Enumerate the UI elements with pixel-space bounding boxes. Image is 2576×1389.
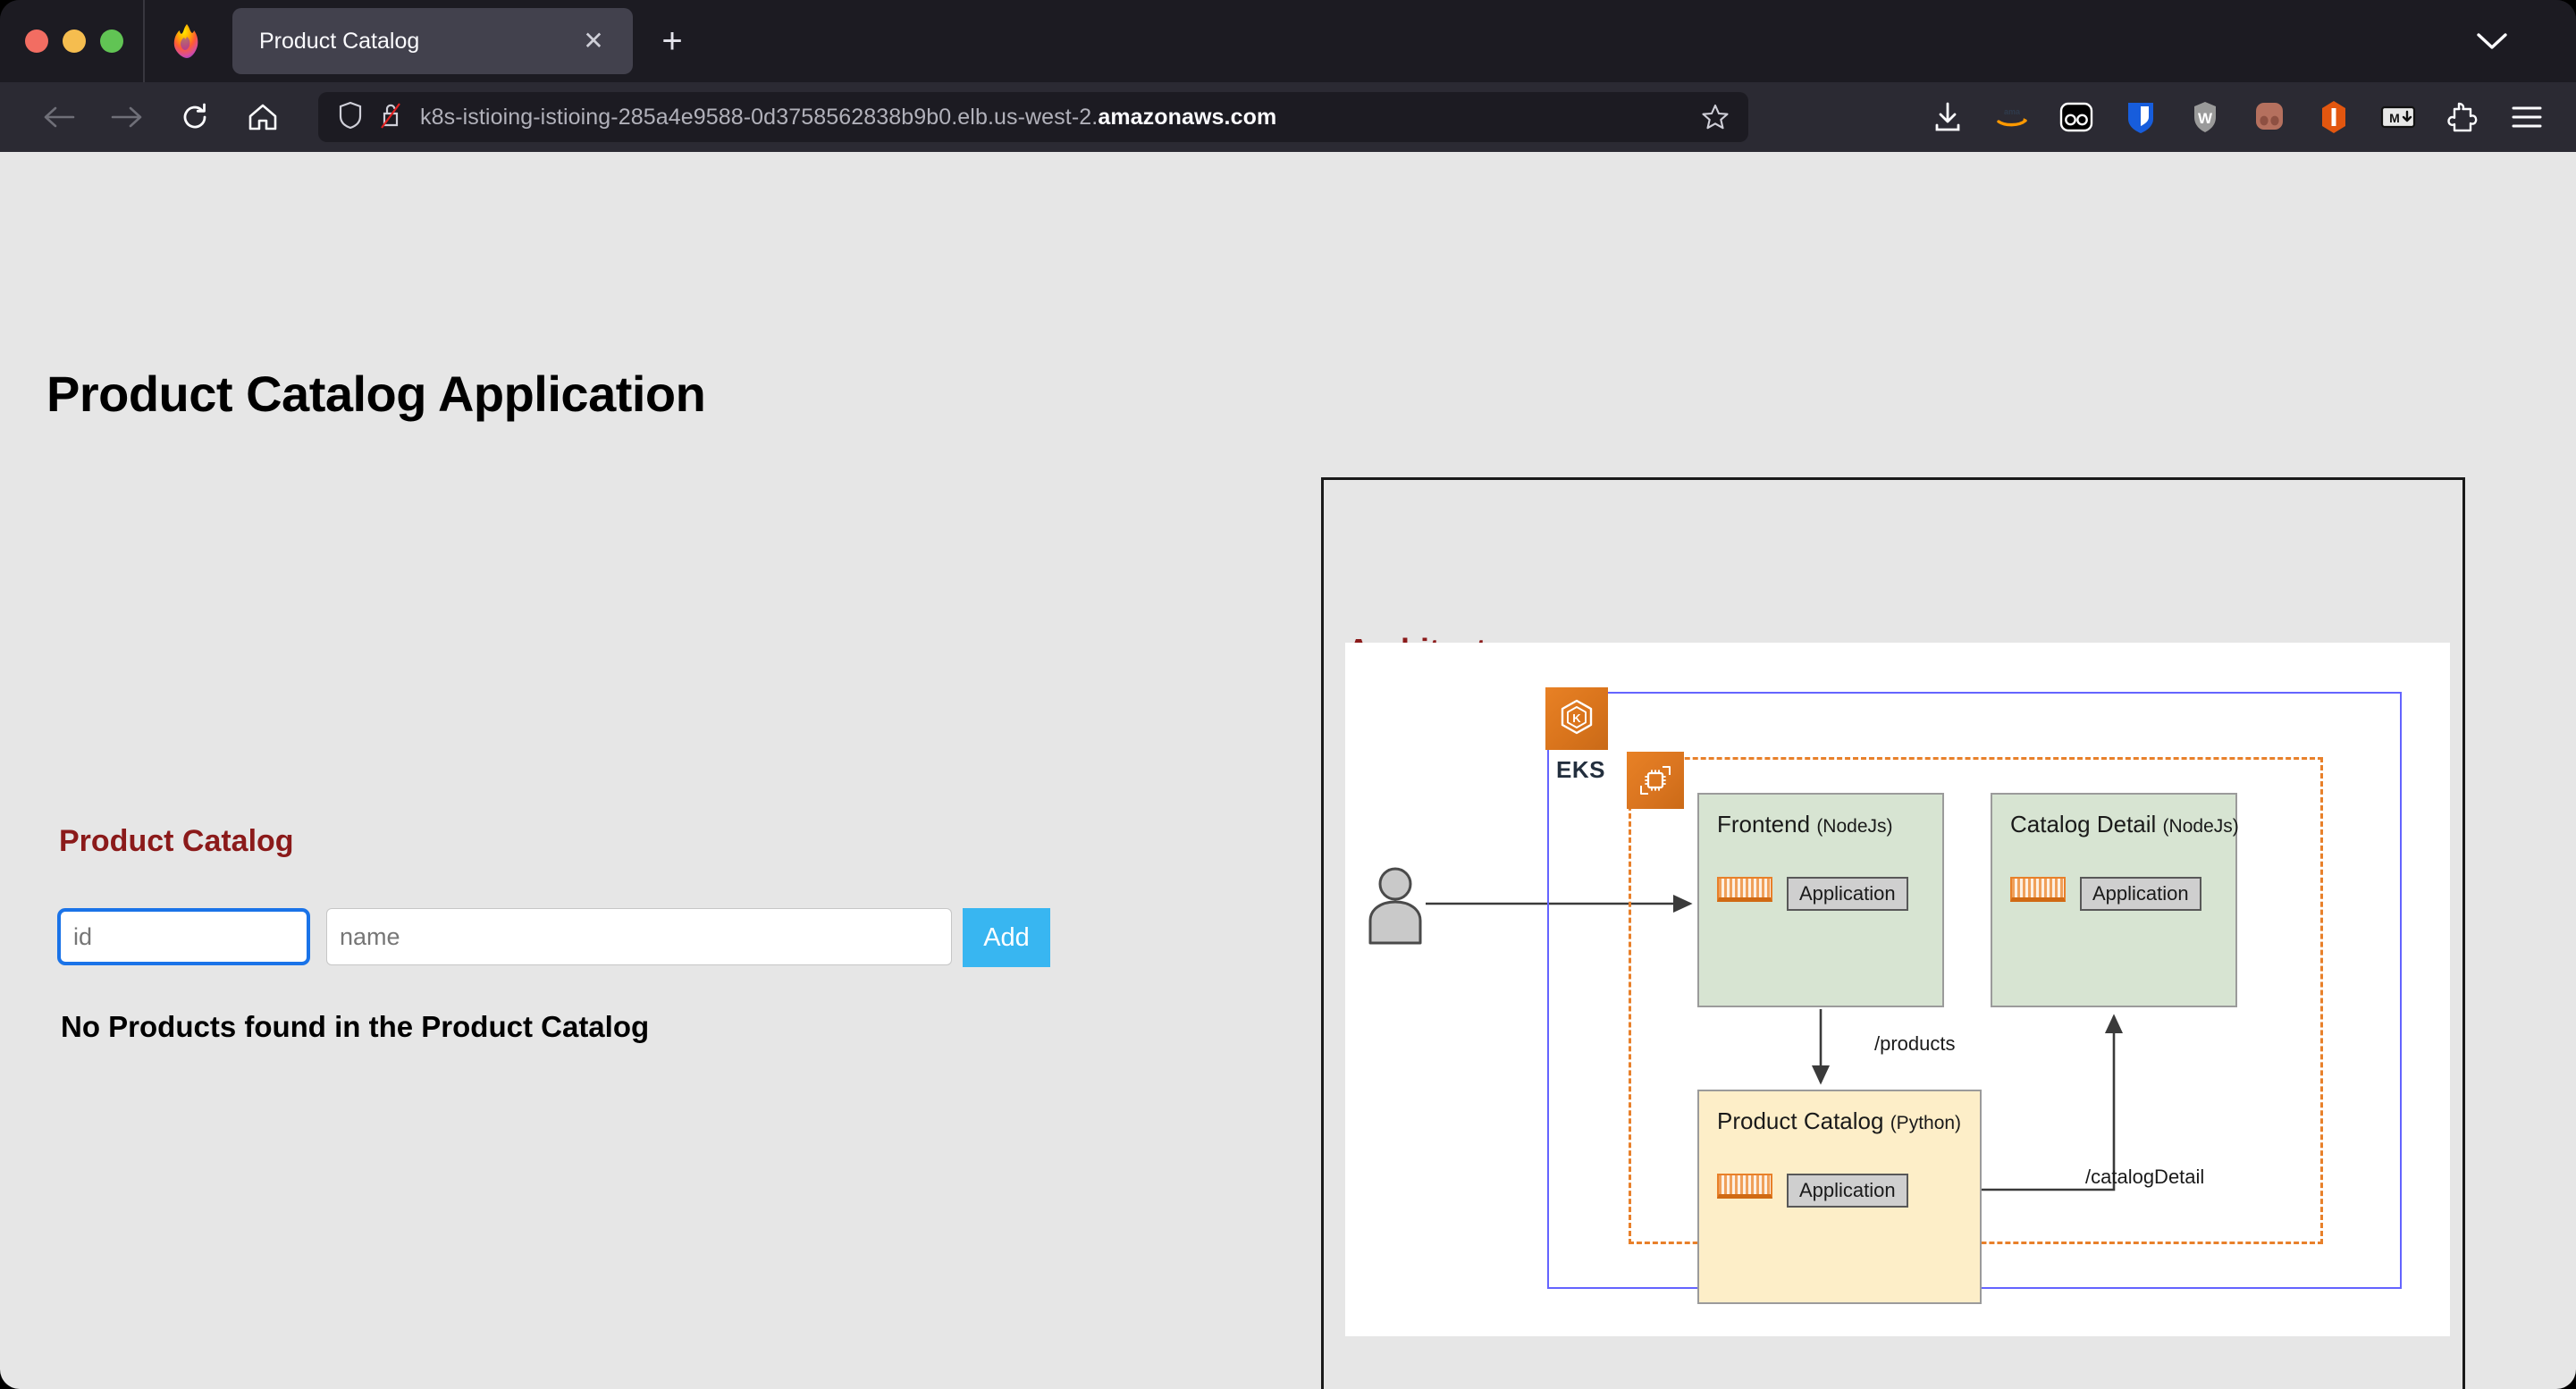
- close-tab-button[interactable]: ✕: [576, 23, 611, 59]
- product-catalog-heading: Product Catalog: [59, 824, 294, 858]
- chevron-down-icon[interactable]: [2471, 20, 2513, 63]
- service-box-catalog-detail: Catalog Detail (NodeJs) Application: [1991, 793, 2239, 1007]
- svg-text:ama: ama: [2004, 107, 2021, 116]
- add-product-form: Add: [57, 908, 1050, 967]
- hexagon-i-extension-icon[interactable]: [2308, 91, 2360, 143]
- reload-icon[interactable]: [170, 92, 220, 142]
- tab-bar: Product Catalog ✕ +: [0, 0, 2576, 82]
- extensions-toolbar: ama W M: [1909, 91, 2553, 143]
- browser-tab[interactable]: Product Catalog ✕: [232, 8, 633, 74]
- product-name-input[interactable]: [326, 908, 952, 965]
- star-bookmark-icon[interactable]: [1695, 97, 1736, 138]
- page-content: Product Catalog Application Product Cata…: [0, 152, 2576, 1389]
- navigation-toolbar: k8s-istioing-istioing-285a4e9588-0d37585…: [0, 82, 2576, 152]
- edge-label-catalog-detail: /catalogDetail: [2085, 1166, 2205, 1188]
- back-arrow-icon[interactable]: [34, 92, 84, 142]
- markdown-download-icon[interactable]: M: [2372, 91, 2424, 143]
- window-controls: [0, 29, 123, 53]
- edge-label-products: /products: [1874, 1032, 1956, 1055]
- extensions-puzzle-icon[interactable]: [2437, 91, 2488, 143]
- close-window-button[interactable]: [25, 29, 48, 53]
- page-title: Product Catalog Application: [46, 366, 706, 422]
- container-barcode-icon: [1717, 1174, 1772, 1199]
- downloads-icon[interactable]: [1922, 91, 1974, 143]
- container-barcode-icon: [1717, 877, 1772, 902]
- url-text: k8s-istioing-istioing-285a4e9588-0d37585…: [420, 104, 1277, 130]
- address-bar[interactable]: k8s-istioing-istioing-285a4e9588-0d37585…: [318, 92, 1748, 142]
- svg-text:M: M: [2389, 111, 2400, 125]
- add-product-button[interactable]: Add: [963, 908, 1050, 967]
- eks-kubernetes-icon: K: [1545, 687, 1608, 750]
- brown-goggles-extension-icon[interactable]: [2243, 91, 2295, 143]
- bitwarden-shield-icon[interactable]: [2115, 91, 2167, 143]
- tab-title: Product Catalog: [259, 28, 420, 54]
- empty-catalog-message: No Products found in the Product Catalog: [61, 1010, 650, 1043]
- product-id-input[interactable]: [57, 908, 310, 965]
- user-person-icon: [1365, 864, 1426, 945]
- firefox-logo-icon: [168, 21, 206, 61]
- service-title: Frontend (NodeJs): [1717, 811, 1893, 838]
- tabbar-divider: [143, 0, 145, 82]
- insecure-connection-icon[interactable]: [379, 101, 402, 134]
- application-chip: Application: [2080, 877, 2201, 911]
- forward-arrow-icon[interactable]: [102, 92, 152, 142]
- application-menu-icon[interactable]: [2501, 91, 2553, 143]
- duckduckgo-goggles-icon[interactable]: [2050, 91, 2102, 143]
- application-chip: Application: [1787, 877, 1908, 911]
- application-chip: Application: [1787, 1174, 1908, 1208]
- home-icon[interactable]: [238, 92, 288, 142]
- new-tab-button[interactable]: +: [649, 18, 695, 64]
- container-barcode-icon: [2010, 877, 2066, 902]
- eks-cluster-label: EKS: [1556, 756, 1605, 783]
- amazon-extension-icon[interactable]: ama: [1986, 91, 2038, 143]
- eks-pod-chip-icon: [1627, 752, 1684, 809]
- minimize-window-button[interactable]: [63, 29, 86, 53]
- browser-window: Product Catalog ✕ + k8s-istioing-istioin…: [0, 0, 2576, 1389]
- service-box-product-catalog: Product Catalog (Python) Application: [1697, 1090, 1982, 1304]
- maximize-window-button[interactable]: [100, 29, 123, 53]
- wikipedia-w-icon[interactable]: W: [2179, 91, 2231, 143]
- service-box-frontend: Frontend (NodeJs) Application: [1697, 793, 1944, 1007]
- svg-text:W: W: [2198, 110, 2213, 127]
- architecture-panel: Architecture: [1321, 477, 2465, 1389]
- service-title: Catalog Detail (NodeJs): [2010, 811, 2239, 838]
- service-title: Product Catalog (Python): [1717, 1107, 1962, 1134]
- tracking-protection-shield-icon[interactable]: [338, 101, 363, 134]
- architecture-diagram: K EKS Frontend (NodeJs) Application Cata…: [1345, 643, 2450, 1336]
- svg-text:K: K: [1572, 711, 1581, 725]
